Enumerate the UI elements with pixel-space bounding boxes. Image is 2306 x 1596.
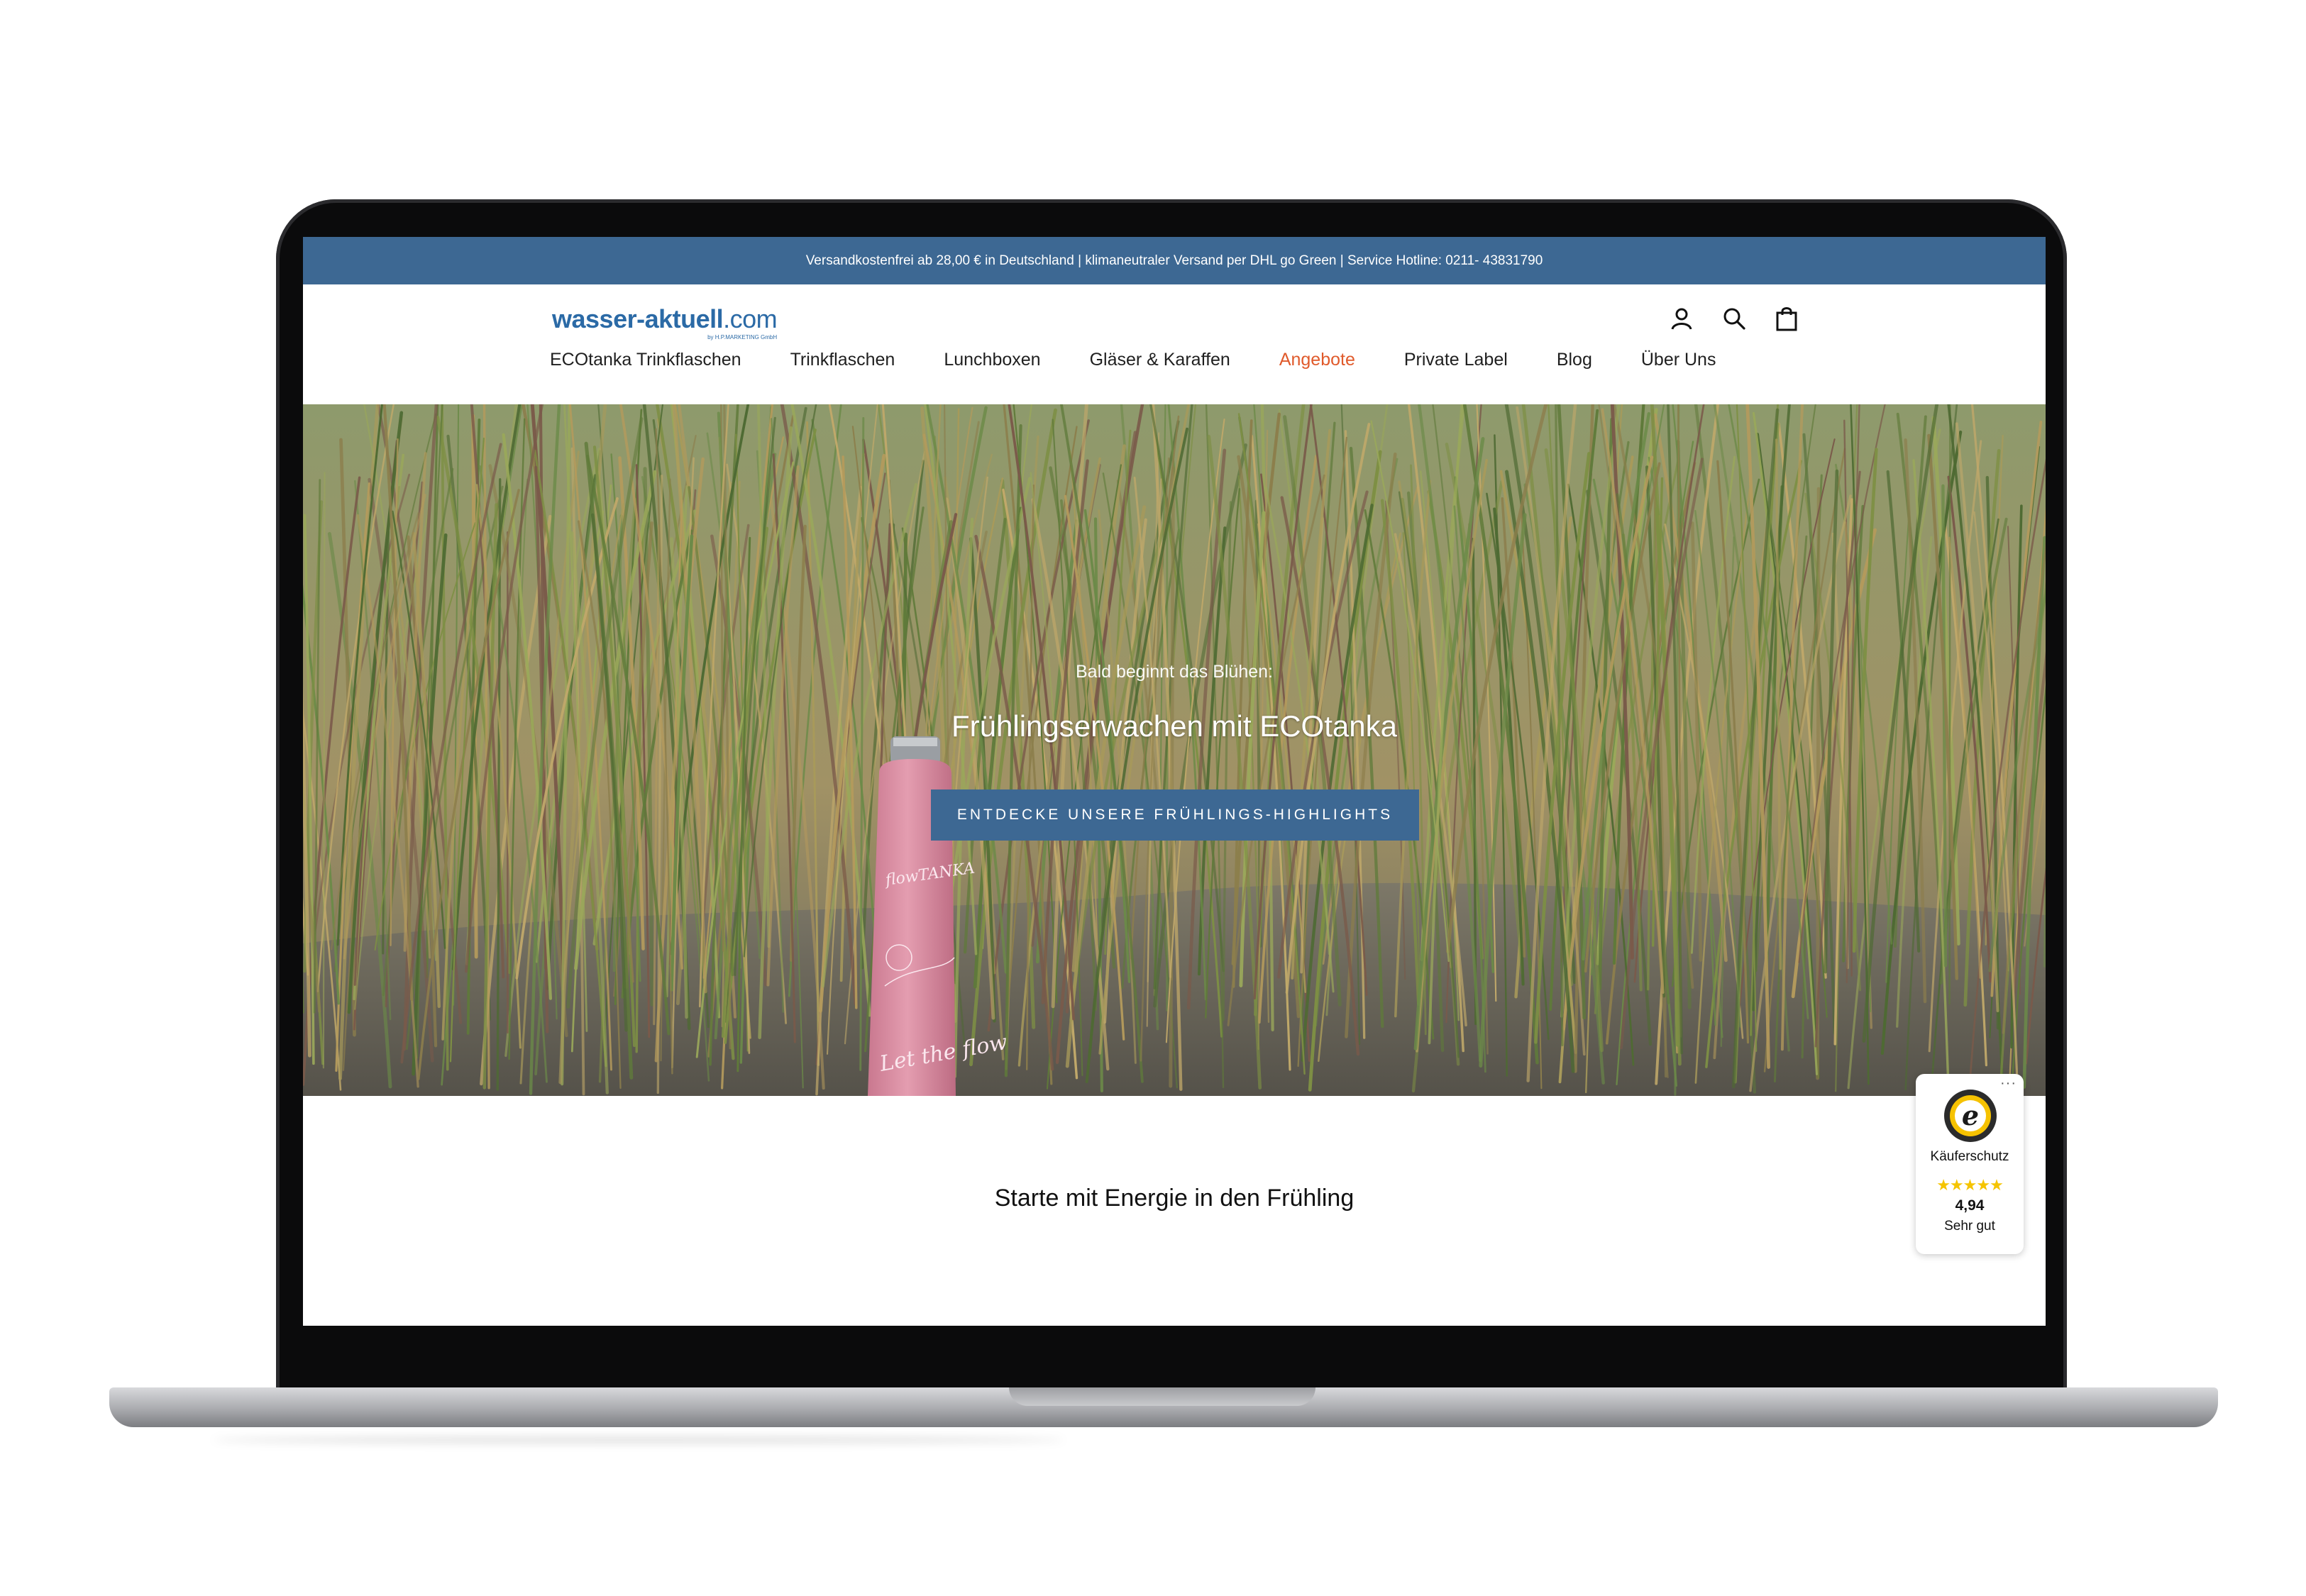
rating-stars: ★★★★★	[1936, 1176, 2004, 1194]
hero-cta-button[interactable]: ENTDECKE UNSERE FRÜHLINGS-HIGHLIGHTS	[931, 789, 1419, 841]
laptop-mockup: Versandkostenfrei ab 28,00 € in Deutschl…	[0, 0, 2306, 1596]
laptop-base-notch	[1009, 1387, 1315, 1406]
trusted-shops-seal-icon: e	[1944, 1090, 1997, 1142]
main-nav: ECOtanka Trinkflaschen Trinkflaschen Lun…	[550, 350, 1716, 370]
more-options-icon[interactable]: ···	[2000, 1075, 2017, 1092]
section-title: Starte mit Energie in den Frühling	[994, 1185, 1355, 1212]
hero-subtitle: Bald beginnt das Blühen:	[1076, 662, 1273, 682]
site-logo[interactable]: wasser-aktuell.com by H.P.MARKETING GmbH	[552, 304, 778, 340]
nav-item-blog[interactable]: Blog	[1557, 350, 1592, 370]
hero-title: Frühlingserwachen mit ECOtanka	[951, 709, 1397, 743]
site-header: wasser-aktuell.com by H.P.MARKETING GmbH	[303, 284, 2046, 404]
account-icon[interactable]	[1669, 306, 1694, 331]
nav-item-lunchboxen[interactable]: Lunchboxen	[944, 350, 1040, 370]
hero-background-image: flowTANKA Let the flow	[303, 404, 2046, 1096]
seal-letter: e	[1962, 1099, 1979, 1131]
nav-item-angebote[interactable]: Angebote	[1279, 350, 1355, 370]
trusted-shops-badge[interactable]: ··· e Käuferschutz ★★★★★ 4,94 Sehr gut	[1916, 1074, 2024, 1254]
shopping-bag-icon[interactable]	[1774, 306, 1799, 331]
trust-label: Käuferschutz	[1930, 1149, 2009, 1164]
nav-item-ecotanka-trinkflaschen[interactable]: ECOtanka Trinkflaschen	[550, 350, 741, 370]
nav-item-trinkflaschen[interactable]: Trinkflaschen	[790, 350, 895, 370]
nav-item-ueber-uns[interactable]: Über Uns	[1641, 350, 1716, 370]
logo-tagline: by H.P.MARKETING GmbH	[707, 334, 778, 340]
logo-tld: .com	[723, 304, 778, 333]
logo-wordmark: wasser-aktuell.com	[552, 304, 778, 333]
laptop-screen: Versandkostenfrei ab 28,00 € in Deutschl…	[303, 237, 2046, 1326]
search-icon[interactable]	[1721, 306, 1747, 331]
hero-banner: flowTANKA Let the flow Bald beginnt das …	[303, 404, 2046, 1096]
laptop-shadow	[213, 1436, 1064, 1443]
rating-text: Sehr gut	[1944, 1219, 1995, 1234]
announcement-text: Versandkostenfrei ab 28,00 € in Deutschl…	[805, 253, 1543, 268]
header-icons	[1669, 306, 1799, 331]
nav-item-private-label[interactable]: Private Label	[1404, 350, 1508, 370]
logo-name: wasser-aktuell	[552, 304, 724, 333]
nav-item-glaeser-karaffen[interactable]: Gläser & Karaffen	[1090, 350, 1230, 370]
rating-score: 4,94	[1955, 1197, 1985, 1214]
announcement-bar: Versandkostenfrei ab 28,00 € in Deutschl…	[303, 237, 2046, 284]
